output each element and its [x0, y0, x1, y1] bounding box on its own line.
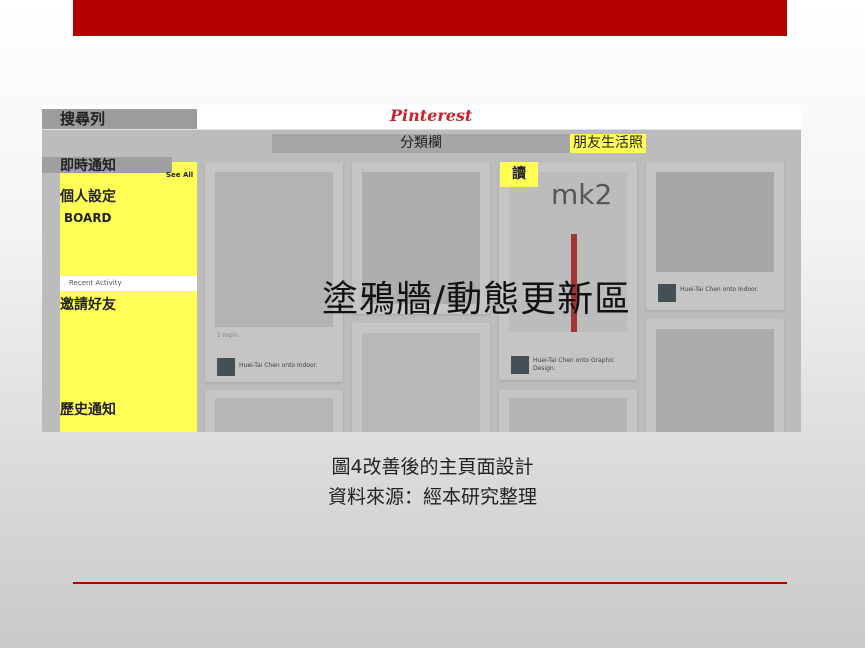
- category-bar-label: 分類欄: [400, 135, 442, 151]
- invite-friends-label[interactable]: 邀請好友: [60, 294, 116, 314]
- homepage-mockup: 1 repin Huei-Tai Chen onto Indoor. mk2 H…: [42, 105, 801, 432]
- recent-activity-label: Recent Activity: [60, 276, 197, 291]
- search-bar[interactable]: 搜尋列: [42, 109, 197, 129]
- figure-caption: 圖4改善後的主頁面設計: [331, 456, 534, 478]
- board-label[interactable]: BOARD: [64, 211, 112, 225]
- notifications-label: 即時通知: [60, 158, 116, 174]
- pinterest-logo[interactable]: Pinterest: [390, 106, 472, 125]
- history-notifications-label[interactable]: 歷史通知: [60, 399, 116, 419]
- search-bar-label: 搜尋列: [60, 110, 106, 128]
- see-all-link[interactable]: See All: [166, 171, 193, 179]
- feed-area-label: 塗鴉牆/動態更新區: [322, 279, 632, 320]
- read-tag: 讀: [500, 162, 538, 187]
- figure-source: 資料來源：經本研究整理: [327, 486, 537, 508]
- header-bar: 搜尋列 Pinterest: [42, 105, 801, 130]
- slide-top-bar: [73, 0, 787, 36]
- slide-bottom-rule: [73, 582, 787, 584]
- friends-photos-label[interactable]: 朋友生活照: [570, 134, 646, 153]
- personal-settings-label[interactable]: 個人設定: [60, 186, 116, 206]
